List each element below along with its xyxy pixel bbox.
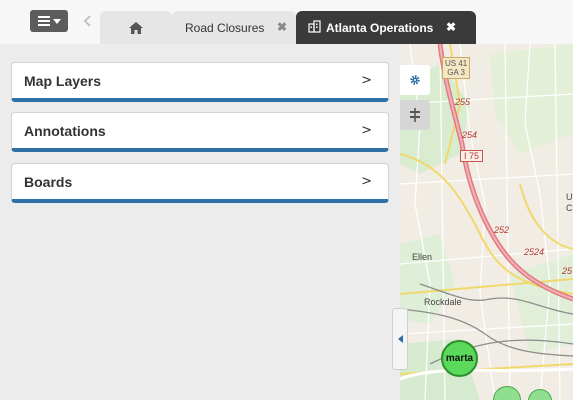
section-map-layers[interactable]: Map Layers >	[11, 62, 389, 102]
close-icon[interactable]: ✖	[277, 20, 287, 34]
road-number: 255	[455, 97, 471, 107]
shield-text: GA 3	[447, 68, 466, 77]
place-label: Ellen	[412, 252, 433, 262]
chevron-right-icon: >	[361, 73, 372, 88]
section-label: Boards	[24, 173, 73, 190]
tab-atlanta-operations[interactable]: Atlanta Operations ✖	[296, 11, 476, 44]
chevron-right-icon: >	[361, 123, 372, 138]
hamburger-icon	[37, 16, 50, 26]
road-number: 252	[494, 225, 510, 235]
top-bar: Road Closures ✖ Atlanta Operations ✖	[0, 0, 573, 44]
gear-icon	[410, 75, 420, 85]
tab-road-closures[interactable]: Road Closures ✖	[172, 11, 296, 44]
tab-label: Road Closures	[185, 20, 265, 35]
road-number: 254	[462, 130, 478, 140]
back-chevron-icon[interactable]	[80, 11, 94, 31]
section-label: Map Layers	[24, 72, 102, 89]
place-label: C	[566, 203, 573, 213]
map-view[interactable]: US 41 GA 3 255 254 I 75 252 2524 25 Elle…	[400, 44, 573, 400]
section-label: Annotations	[24, 122, 106, 139]
chevron-right-icon: >	[361, 174, 372, 189]
sliders-icon	[410, 108, 420, 122]
marta-marker[interactable]: marta	[441, 340, 478, 377]
main-menu-button[interactable]	[30, 10, 68, 32]
route-shield-us41: US 41 GA 3	[442, 57, 471, 79]
tab-label: Atlanta Operations	[326, 20, 434, 35]
interstate-shield: I 75	[460, 150, 484, 162]
collapse-panel-handle[interactable]	[392, 308, 408, 370]
place-label: U	[566, 192, 573, 202]
filter-button[interactable]	[400, 100, 430, 130]
tab-home[interactable]	[100, 11, 172, 44]
triangle-left-icon	[397, 335, 403, 343]
section-boards[interactable]: Boards >	[11, 163, 389, 203]
shield-text: US 41	[445, 59, 468, 68]
settings-button[interactable]	[400, 65, 430, 95]
building-icon	[308, 19, 321, 36]
home-icon	[129, 21, 143, 34]
road-number: 25	[562, 266, 573, 276]
road-number: 2524	[524, 247, 545, 257]
section-annotations[interactable]: Annotations >	[11, 112, 389, 152]
marta-label: marta	[445, 353, 474, 364]
caret-down-icon	[52, 18, 61, 24]
place-label: Rockdale	[424, 297, 462, 307]
close-icon[interactable]: ✖	[446, 20, 456, 34]
